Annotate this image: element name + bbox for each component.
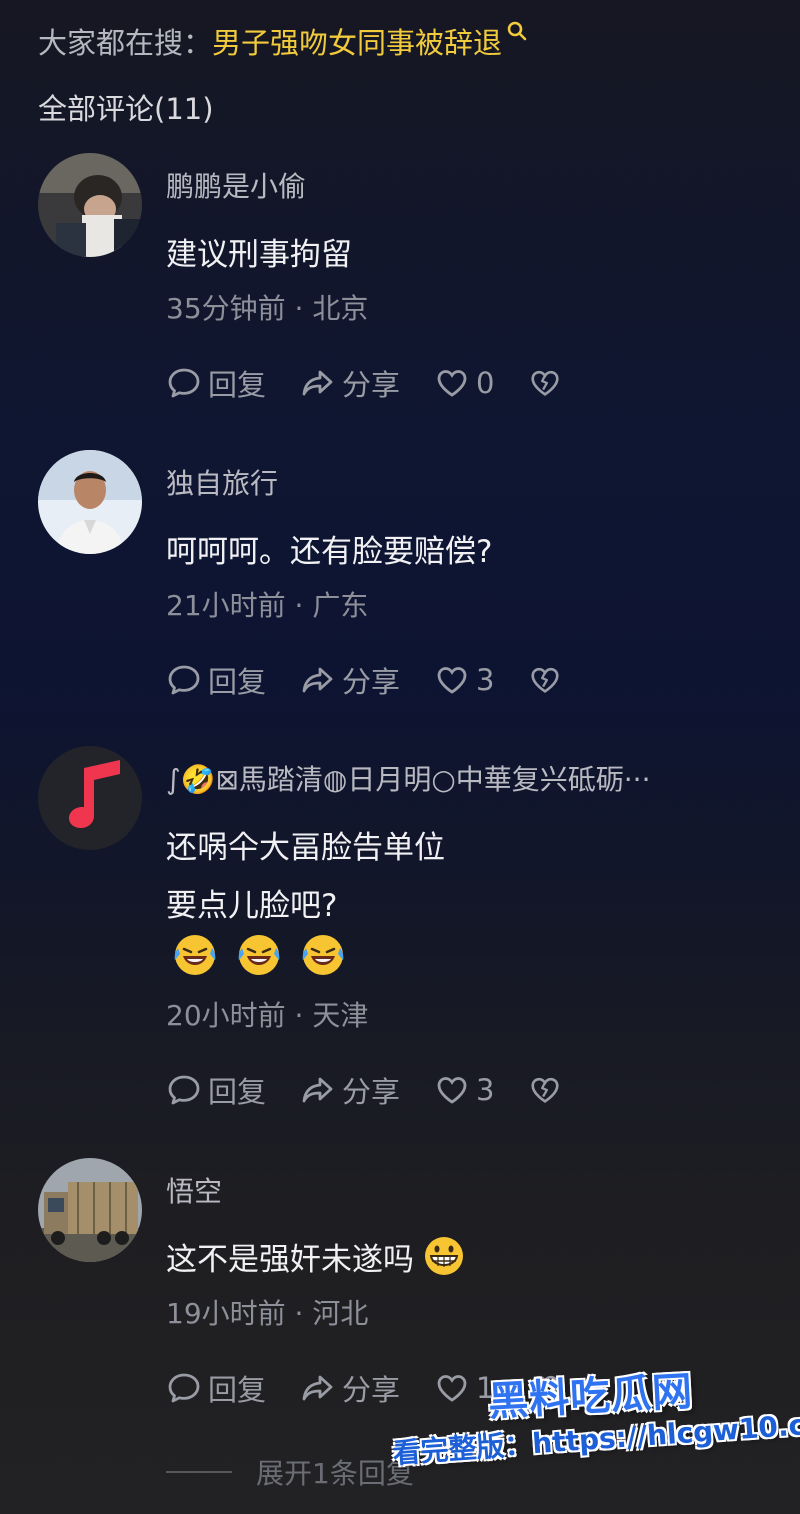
hot-search-term[interactable]: 男子强吻女同事被辞退 <box>212 20 502 62</box>
share-label: 分享 <box>342 368 401 402</box>
like-count: 3 <box>476 1073 495 1107</box>
comment-item: 鹏鹏是小偷 建议刑事拘留 35分钟前 · 北京 回复 分享 0 <box>0 153 800 413</box>
comment-bubble-icon <box>168 665 200 695</box>
avatar[interactable] <box>38 1158 142 1262</box>
comment-username[interactable]: 独自旅行 <box>166 462 278 502</box>
expand-replies-button[interactable]: 展开1条回复 <box>166 1452 414 1492</box>
heart-icon <box>437 667 467 694</box>
share-label: 分享 <box>342 665 401 699</box>
avatar[interactable] <box>38 746 142 850</box>
grinning-face-emoji <box>425 1237 463 1275</box>
comment-meta: 19小时前 · 河北 <box>166 1297 369 1330</box>
reply-button[interactable]: 回复 <box>166 659 266 701</box>
avatar[interactable] <box>38 153 142 257</box>
watermark: 黑料吃瓜网 看完整版：https://hlcgw10.com <box>392 1364 800 1504</box>
comment-text: 这不是强奸未遂吗 <box>166 1234 466 1279</box>
comment-item: ∫🤣⊠馬踏清◍日月明○中華复兴砥砺··· 还㖞仐大畐脸告单位 要点儿脸吧? 20… <box>0 746 800 1126</box>
dislike-button[interactable] <box>528 1073 568 1107</box>
share-button[interactable]: 分享 <box>300 362 400 404</box>
comment-username[interactable]: ∫🤣⊠馬踏清◍日月明○中華复兴砥砺··· <box>166 758 650 798</box>
expand-replies-label: 展开1条回复 <box>256 1457 414 1490</box>
laughing-crying-emoji <box>238 935 280 975</box>
share-button[interactable]: 分享 <box>300 659 400 701</box>
reply-label: 回复 <box>208 368 267 402</box>
comment-actions: 回复 分享 0 <box>166 361 602 405</box>
avatar[interactable] <box>38 450 142 554</box>
reply-button[interactable]: 回复 <box>166 362 266 404</box>
heart-icon <box>437 1077 467 1104</box>
hot-search-bar[interactable]: 大家都在搜： 男子强吻女同事被辞退 <box>38 20 528 62</box>
comment-text: 呵呵呵。还有脸要赔偿? <box>166 534 493 570</box>
share-arrow-icon <box>302 1375 333 1401</box>
like-button[interactable]: 3 <box>434 1072 494 1108</box>
share-arrow-icon <box>302 667 333 693</box>
comment-bubble-icon <box>168 1373 200 1403</box>
comment-text: 要点儿脸吧? <box>166 888 338 924</box>
search-icon[interactable] <box>506 20 528 42</box>
comment-meta: 20小时前 · 天津 <box>166 999 369 1032</box>
comment-meta: 21小时前 · 广东 <box>166 589 369 622</box>
like-button[interactable]: 0 <box>434 365 494 401</box>
comment-actions: 回复 分享 3 <box>166 1068 602 1112</box>
like-count: 0 <box>476 366 495 400</box>
comment-text-content: 这不是强奸未遂吗 <box>166 1242 414 1278</box>
share-arrow-icon <box>302 1077 333 1103</box>
comment-username[interactable]: 鹏鹏是小偷 <box>166 165 306 205</box>
comment-text: 建议刑事拘留 <box>166 237 352 273</box>
divider-line <box>166 1471 232 1473</box>
heart-icon <box>437 370 467 397</box>
share-label: 分享 <box>342 1075 401 1109</box>
comment-item: 独自旅行 呵呵呵。还有脸要赔偿? 21小时前 · 广东 回复 分享 3 <box>0 450 800 710</box>
broken-heart-icon <box>531 1077 560 1103</box>
laughing-crying-emoji <box>302 935 344 975</box>
reply-button[interactable]: 回复 <box>166 1367 266 1409</box>
reply-button[interactable]: 回复 <box>166 1069 266 1111</box>
emoji-row <box>172 932 346 978</box>
comment-meta: 35分钟前 · 北京 <box>166 292 369 325</box>
reply-label: 回复 <box>208 1373 267 1407</box>
dislike-button[interactable] <box>528 366 568 400</box>
comment-bubble-icon <box>168 1075 200 1105</box>
broken-heart-icon <box>531 667 560 693</box>
comment-actions: 回复 分享 3 <box>166 658 602 702</box>
share-arrow-icon <box>302 370 333 396</box>
dislike-button[interactable] <box>528 663 568 697</box>
share-button[interactable]: 分享 <box>300 1367 400 1409</box>
laughing-crying-emoji <box>174 935 216 975</box>
comment-bubble-icon <box>168 368 200 398</box>
share-button[interactable]: 分享 <box>300 1069 400 1111</box>
hot-search-prefix: 大家都在搜： <box>38 26 213 60</box>
comments-header: 全部评论(11) <box>38 92 214 126</box>
reply-label: 回复 <box>208 1075 267 1109</box>
reply-label: 回复 <box>208 665 267 699</box>
broken-heart-icon <box>531 370 560 396</box>
like-button[interactable]: 3 <box>434 662 494 698</box>
comment-text: 还㖞仐大畐脸告单位 <box>166 830 445 866</box>
like-count: 3 <box>476 663 495 697</box>
comment-username[interactable]: 悟空 <box>166 1170 222 1210</box>
